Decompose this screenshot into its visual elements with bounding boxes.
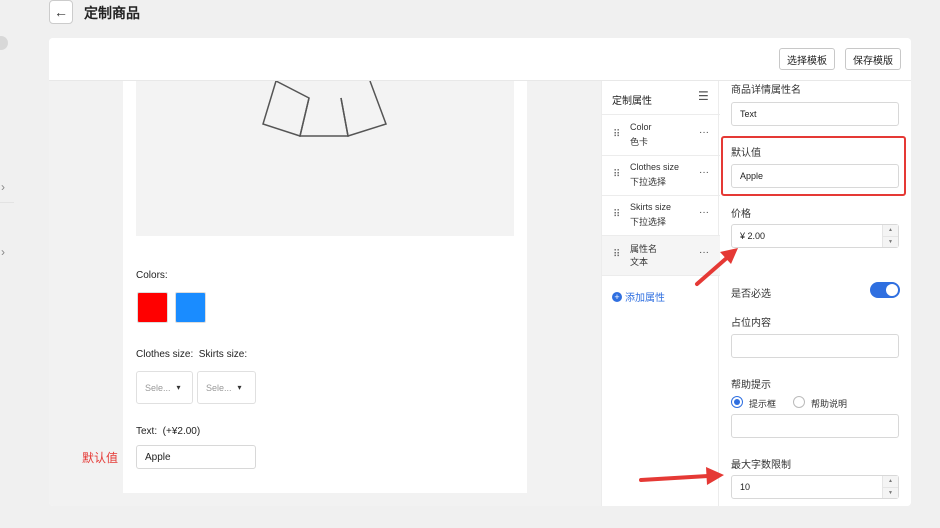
arrow-icon [639, 467, 724, 485]
arrow-icon [695, 248, 738, 286]
annotation-arrows [639, 248, 738, 485]
